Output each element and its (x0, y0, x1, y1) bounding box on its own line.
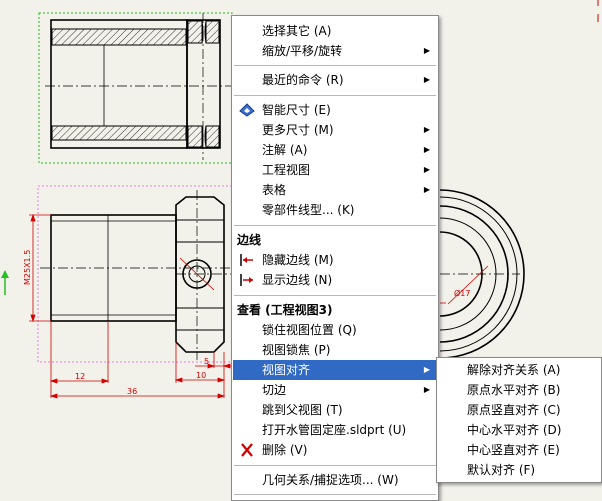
menu-item-label: 跳到父视图 (T) (262, 403, 343, 417)
origin-marker (1, 270, 9, 295)
menu-item-label: 工程视图 (262, 163, 311, 177)
submenu-item-center-horizontal[interactable]: 中心水平对齐 (D) (438, 420, 600, 440)
hide-edge-icon (240, 254, 253, 266)
menu-item-annotations[interactable]: 注解 (A) ▶ (233, 140, 437, 160)
menu-item-more-dimensions[interactable]: 更多尺寸 (M) ▶ (233, 120, 437, 140)
submenu-item-label: 中心竖直对齐 (E) (467, 443, 560, 457)
triangle-right-icon: ▶ (423, 385, 430, 394)
dim-10: 10 (196, 371, 206, 380)
menu-item-label: 隐藏边线 (M) (262, 253, 334, 267)
submenu-item-label: 解除对齐关系 (A) (467, 363, 561, 377)
section-header-view: 查看 (工程视图3) (237, 303, 333, 317)
menu-item-hide-edges[interactable]: 隐藏边线 (M) (233, 250, 437, 270)
submenu-item-default-alignment[interactable]: 默认对齐 (F) (438, 460, 600, 480)
menu-separator (234, 494, 436, 495)
menu-item-label: 零部件线型... (K) (262, 203, 355, 217)
menu-item-select-other[interactable]: 选择其它 (A) (233, 21, 437, 41)
menu-item-label: 锁住视图位置 (Q) (262, 323, 357, 337)
view-alignment-submenu: 解除对齐关系 (A) 原点水平对齐 (B) 原点竖直对齐 (C) 中心水平对齐 … (436, 357, 602, 483)
submenu-item-label: 中心水平对齐 (D) (467, 423, 562, 437)
menu-item-label: 更多尺寸 (M) (262, 123, 334, 137)
menu-item-tangent-edge[interactable]: 切边 ▶ (233, 380, 437, 400)
menu-item-label: 视图锁焦 (P) (262, 343, 331, 357)
show-edge-icon (240, 274, 253, 286)
menu-item-recent-commands[interactable]: 最近的命令 (R) ▶ (233, 70, 437, 90)
menu-item-delete[interactable]: 删除 (V) (233, 440, 437, 460)
menu-item-label: 切边 (262, 383, 287, 397)
context-menu: 选择其它 (A) 缩放/平移/旋转 ▶ 最近的命令 (R) ▶ 智能尺寸 (E)… (231, 15, 439, 501)
menu-item-label: 选择其它 (A) (262, 24, 332, 38)
section-header-edge: 边线 (237, 233, 262, 247)
menu-item-open-part[interactable]: 打开水管固定座.sldprt (U) (233, 420, 437, 440)
menu-separator (234, 225, 436, 226)
triangle-right-icon: ▶ (423, 125, 430, 134)
menu-item-view-alignment[interactable]: 视图对齐 ▶ (233, 360, 437, 380)
dim-36: 36 (127, 387, 137, 396)
menu-item-tables[interactable]: 表格 ▶ (233, 180, 437, 200)
dim-phi17: Ø17 (454, 288, 470, 298)
side-view[interactable] (439, 0, 599, 359)
submenu-item-origin-horizontal[interactable]: 原点水平对齐 (B) (438, 380, 600, 400)
menu-separator (234, 95, 436, 96)
triangle-right-icon: ▶ (423, 365, 430, 374)
front-view[interactable] (37, 185, 233, 363)
menu-item-label: 智能尺寸 (E) (262, 103, 331, 117)
menu-item-label: 显示边线 (N) (262, 273, 333, 287)
menu-item-label: 几何关系/捕捉选项... (W) (262, 473, 399, 487)
submenu-item-label: 原点竖直对齐 (C) (467, 403, 561, 417)
menu-separator (234, 295, 436, 296)
triangle-right-icon: ▶ (423, 75, 430, 84)
menu-item-label: 视图对齐 (262, 363, 311, 377)
menu-item-label: 注解 (A) (262, 143, 308, 157)
menu-item-lock-view-position[interactable]: 锁住视图位置 (Q) (233, 320, 437, 340)
menu-item-label: 缩放/平移/旋转 (262, 44, 343, 58)
menu-separator (234, 65, 436, 66)
menu-item-lock-view-focus[interactable]: 视图锁焦 (P) (233, 340, 437, 360)
submenu-item-break-alignment[interactable]: 解除对齐关系 (A) (438, 360, 600, 380)
menu-item-component-line-font[interactable]: 零部件线型... (K) (233, 200, 437, 220)
triangle-right-icon: ▶ (423, 46, 430, 55)
red-x-icon (241, 443, 253, 457)
menu-item-label: 删除 (V) (262, 443, 308, 457)
submenu-item-origin-vertical[interactable]: 原点竖直对齐 (C) (438, 400, 600, 420)
triangle-right-icon: ▶ (423, 165, 430, 174)
dim-12: 12 (75, 372, 85, 381)
triangle-right-icon: ▶ (423, 145, 430, 154)
dim-thread: M25X1.5 (23, 250, 32, 285)
dim-5: 5 (204, 357, 209, 366)
menu-separator (234, 465, 436, 466)
section-view[interactable] (38, 12, 233, 164)
menu-item-drawing-views[interactable]: 工程视图 ▶ (233, 160, 437, 180)
menu-item-label: 最近的命令 (R) (262, 73, 344, 87)
menu-item-jump-to-parent[interactable]: 跳到父视图 (T) (233, 400, 437, 420)
menu-item-smart-dimension[interactable]: 智能尺寸 (E) (233, 100, 437, 120)
submenu-item-label: 原点水平对齐 (B) (467, 383, 561, 397)
submenu-item-center-vertical[interactable]: 中心竖直对齐 (E) (438, 440, 600, 460)
triangle-right-icon: ▶ (423, 185, 430, 194)
smart-dimension-icon (239, 103, 255, 117)
menu-item-label: 表格 (262, 183, 287, 197)
submenu-item-label: 默认对齐 (F) (467, 463, 536, 477)
menu-item-zoom-pan-rotate[interactable]: 缩放/平移/旋转 ▶ (233, 41, 437, 61)
menu-item-label: 打开水管固定座.sldprt (U) (262, 423, 407, 437)
menu-item-show-edges[interactable]: 显示边线 (N) (233, 270, 437, 290)
menu-item-relations-snap-options[interactable]: 几何关系/捕捉选项... (W) (233, 470, 437, 490)
